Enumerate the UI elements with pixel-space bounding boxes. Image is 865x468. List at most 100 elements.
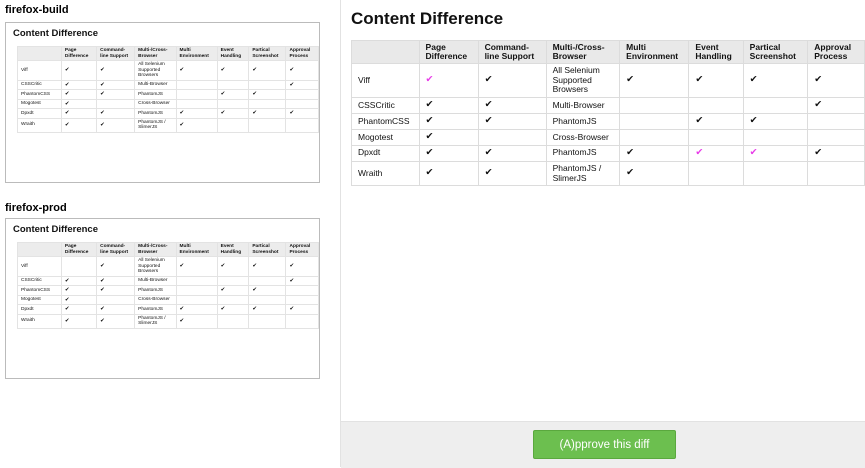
check-icon: ✔ — [425, 74, 434, 86]
check-icon: ✔ — [64, 296, 70, 303]
browser-support-cell: All Selenium Supported Browsers — [134, 60, 177, 81]
check-icon: ✔ — [220, 67, 226, 74]
approval-bar: (A)pprove this diff — [341, 421, 865, 468]
empty-cell — [96, 98, 136, 110]
check-cell: ✔ — [248, 304, 287, 315]
column-header — [17, 45, 62, 62]
check-cell: ✔ — [216, 285, 250, 296]
check-icon: ✔ — [100, 67, 105, 74]
check-icon: ✔ — [252, 110, 257, 117]
check-cell: ✔ — [216, 304, 250, 315]
empty-cell — [285, 285, 319, 296]
check-icon: ✔ — [484, 146, 493, 158]
check-cell: ✔ — [619, 144, 690, 162]
check-icon: ✔ — [814, 74, 823, 86]
tool-name-cell: Mogotest — [17, 294, 62, 306]
check-icon: ✔ — [626, 74, 635, 86]
diff-table: Page Difference Command-line Support Multi… — [351, 40, 865, 187]
column-header: Event Handling — [216, 241, 250, 258]
check-icon: ✔ — [425, 167, 434, 179]
check-cell: ✔ — [688, 113, 744, 130]
empty-cell — [216, 117, 250, 133]
column-header: Partical Screenshot — [742, 40, 809, 64]
empty-cell — [175, 79, 218, 91]
empty-cell — [619, 128, 690, 146]
empty-cell — [688, 160, 744, 187]
check-cell: ✔ — [248, 256, 287, 277]
check-icon: ✔ — [749, 146, 758, 158]
check-cell: ✔ — [96, 285, 136, 296]
approve-diff-button[interactable]: (A)pprove this diff — [533, 430, 676, 459]
check-icon: ✔ — [695, 115, 704, 127]
check-cell: ✔ — [60, 98, 98, 110]
check-cell: ✔ — [60, 275, 98, 287]
env-title-build: firefox-build — [5, 4, 69, 16]
check-icon: ✔ — [64, 317, 70, 324]
check-cell: ✔ — [285, 304, 319, 315]
browser-support-cell: PhantomJS / SlimerJS — [134, 117, 177, 133]
empty-cell — [216, 275, 250, 287]
check-cell: ✔ — [60, 313, 98, 329]
check-icon: ✔ — [179, 306, 185, 313]
check-icon: ✔ — [252, 91, 257, 98]
check-icon: ✔ — [179, 317, 185, 324]
empty-cell — [175, 294, 218, 306]
check-cell: ✔ — [477, 113, 547, 130]
check-cell: ✔ — [216, 60, 250, 81]
check-icon: ✔ — [220, 287, 226, 294]
check-cell: ✔ — [619, 62, 690, 99]
empty-cell — [742, 128, 809, 146]
prod-screenshot: Content Difference Page Difference Comman… — [5, 218, 320, 379]
empty-cell — [477, 128, 547, 146]
check-icon: ✔ — [289, 67, 295, 74]
check-icon: ✔ — [484, 99, 493, 111]
check-cell: ✔ — [248, 108, 287, 119]
tool-name-cell: CSSCritic — [17, 275, 62, 287]
check-cell: ✔ — [96, 275, 136, 287]
check-icon: ✔ — [695, 146, 704, 158]
check-icon: ✔ — [64, 287, 70, 294]
check-icon: ✔ — [220, 263, 226, 270]
check-cell: ✔ — [418, 160, 479, 187]
check-cell: ✔ — [807, 97, 865, 115]
check-icon: ✔ — [220, 110, 226, 117]
check-cell: ✔ — [688, 144, 744, 162]
check-icon: ✔ — [179, 263, 185, 270]
check-icon: ✔ — [814, 99, 823, 111]
column-header — [351, 40, 420, 64]
check-icon: ✔ — [100, 317, 105, 324]
check-icon: ✔ — [425, 130, 434, 142]
check-icon: ✔ — [626, 167, 635, 179]
check-cell: ✔ — [96, 313, 136, 329]
table-row: CSSCritic ✔ ✔ Multi-Browser ✔ — [351, 97, 865, 115]
check-cell: ✔ — [60, 294, 98, 306]
table-row: CSSCritic ✔ ✔ Multi-Browser ✔ — [17, 275, 319, 287]
check-cell: ✔ — [175, 313, 218, 329]
empty-cell — [285, 294, 319, 306]
browser-support-cell: PhantomJS — [134, 89, 177, 100]
check-cell: ✔ — [60, 304, 98, 315]
check-icon: ✔ — [179, 121, 185, 128]
column-header: Multi-/Cross-Browser — [134, 241, 177, 258]
empty-cell — [216, 79, 250, 91]
empty-cell — [688, 97, 744, 115]
check-icon: ✔ — [425, 99, 434, 111]
check-cell: ✔ — [285, 60, 319, 81]
check-icon: ✔ — [484, 115, 493, 127]
check-cell: ✔ — [477, 62, 547, 99]
check-cell: ✔ — [175, 304, 218, 315]
table-row: Mogotest ✔ Cross-Browser — [17, 98, 319, 110]
check-icon: ✔ — [220, 91, 226, 98]
browser-support-cell: PhantomJS / SlimerJS — [134, 313, 177, 329]
browser-support-cell: PhantomJS — [134, 304, 177, 315]
empty-cell — [807, 113, 865, 130]
table-row: Viff ✔ All Selenium Supported Browsers ✔ ✔ ✔ ✔ — [17, 256, 319, 277]
browser-support-cell: All Selenium Supported Browsers — [545, 62, 621, 99]
column-header — [17, 241, 62, 258]
check-icon: ✔ — [100, 277, 105, 284]
empty-cell — [248, 294, 287, 306]
column-header: Command-line Support — [477, 40, 547, 64]
table-row: Mogotest ✔ Cross-Browser — [351, 128, 865, 146]
browser-support-cell: Cross-Browser — [134, 294, 177, 306]
check-cell: ✔ — [60, 79, 98, 91]
